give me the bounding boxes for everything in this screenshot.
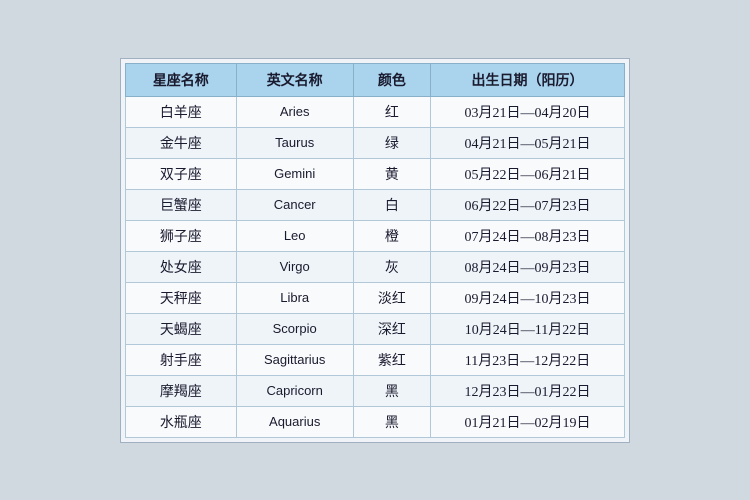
table-row: 水瓶座Aquarius黑01月21日—02月19日 bbox=[126, 406, 625, 437]
table-row: 巨蟹座Cancer白06月22日—07月23日 bbox=[126, 189, 625, 220]
header-chinese-name: 星座名称 bbox=[126, 63, 237, 96]
cell-english-name: Leo bbox=[236, 220, 353, 251]
zodiac-table: 星座名称 英文名称 颜色 出生日期（阳历） 白羊座Aries红03月21日—04… bbox=[125, 63, 625, 438]
cell-chinese-name: 天蝎座 bbox=[126, 313, 237, 344]
cell-chinese-name: 处女座 bbox=[126, 251, 237, 282]
table-header-row: 星座名称 英文名称 颜色 出生日期（阳历） bbox=[126, 63, 625, 96]
cell-english-name: Libra bbox=[236, 282, 353, 313]
cell-chinese-name: 天秤座 bbox=[126, 282, 237, 313]
cell-english-name: Virgo bbox=[236, 251, 353, 282]
cell-birthdate: 12月23日—01月22日 bbox=[431, 375, 625, 406]
cell-color: 红 bbox=[353, 96, 430, 127]
cell-birthdate: 11月23日—12月22日 bbox=[431, 344, 625, 375]
cell-birthdate: 07月24日—08月23日 bbox=[431, 220, 625, 251]
cell-chinese-name: 水瓶座 bbox=[126, 406, 237, 437]
cell-english-name: Gemini bbox=[236, 158, 353, 189]
table-row: 白羊座Aries红03月21日—04月20日 bbox=[126, 96, 625, 127]
zodiac-table-container: 星座名称 英文名称 颜色 出生日期（阳历） 白羊座Aries红03月21日—04… bbox=[120, 58, 630, 443]
table-row: 处女座Virgo灰08月24日—09月23日 bbox=[126, 251, 625, 282]
cell-chinese-name: 白羊座 bbox=[126, 96, 237, 127]
cell-english-name: Aries bbox=[236, 96, 353, 127]
table-body: 白羊座Aries红03月21日—04月20日金牛座Taurus绿04月21日—0… bbox=[126, 96, 625, 437]
table-row: 双子座Gemini黄05月22日—06月21日 bbox=[126, 158, 625, 189]
cell-chinese-name: 狮子座 bbox=[126, 220, 237, 251]
cell-color: 灰 bbox=[353, 251, 430, 282]
cell-birthdate: 06月22日—07月23日 bbox=[431, 189, 625, 220]
cell-english-name: Capricorn bbox=[236, 375, 353, 406]
header-color: 颜色 bbox=[353, 63, 430, 96]
cell-chinese-name: 摩羯座 bbox=[126, 375, 237, 406]
cell-color: 深红 bbox=[353, 313, 430, 344]
cell-english-name: Scorpio bbox=[236, 313, 353, 344]
cell-birthdate: 10月24日—11月22日 bbox=[431, 313, 625, 344]
cell-english-name: Aquarius bbox=[236, 406, 353, 437]
cell-color: 紫红 bbox=[353, 344, 430, 375]
cell-english-name: Sagittarius bbox=[236, 344, 353, 375]
cell-birthdate: 09月24日—10月23日 bbox=[431, 282, 625, 313]
cell-chinese-name: 巨蟹座 bbox=[126, 189, 237, 220]
cell-birthdate: 08月24日—09月23日 bbox=[431, 251, 625, 282]
table-row: 天蝎座Scorpio深红10月24日—11月22日 bbox=[126, 313, 625, 344]
cell-chinese-name: 金牛座 bbox=[126, 127, 237, 158]
cell-birthdate: 04月21日—05月21日 bbox=[431, 127, 625, 158]
table-row: 射手座Sagittarius紫红11月23日—12月22日 bbox=[126, 344, 625, 375]
table-row: 天秤座Libra淡红09月24日—10月23日 bbox=[126, 282, 625, 313]
cell-birthdate: 05月22日—06月21日 bbox=[431, 158, 625, 189]
cell-chinese-name: 双子座 bbox=[126, 158, 237, 189]
cell-english-name: Taurus bbox=[236, 127, 353, 158]
table-row: 摩羯座Capricorn黑12月23日—01月22日 bbox=[126, 375, 625, 406]
cell-birthdate: 03月21日—04月20日 bbox=[431, 96, 625, 127]
cell-color: 白 bbox=[353, 189, 430, 220]
cell-english-name: Cancer bbox=[236, 189, 353, 220]
header-english-name: 英文名称 bbox=[236, 63, 353, 96]
cell-color: 绿 bbox=[353, 127, 430, 158]
cell-birthdate: 01月21日—02月19日 bbox=[431, 406, 625, 437]
table-row: 金牛座Taurus绿04月21日—05月21日 bbox=[126, 127, 625, 158]
cell-color: 橙 bbox=[353, 220, 430, 251]
cell-color: 淡红 bbox=[353, 282, 430, 313]
cell-chinese-name: 射手座 bbox=[126, 344, 237, 375]
table-row: 狮子座Leo橙07月24日—08月23日 bbox=[126, 220, 625, 251]
cell-color: 黑 bbox=[353, 375, 430, 406]
cell-color: 黑 bbox=[353, 406, 430, 437]
cell-color: 黄 bbox=[353, 158, 430, 189]
header-birthdate: 出生日期（阳历） bbox=[431, 63, 625, 96]
